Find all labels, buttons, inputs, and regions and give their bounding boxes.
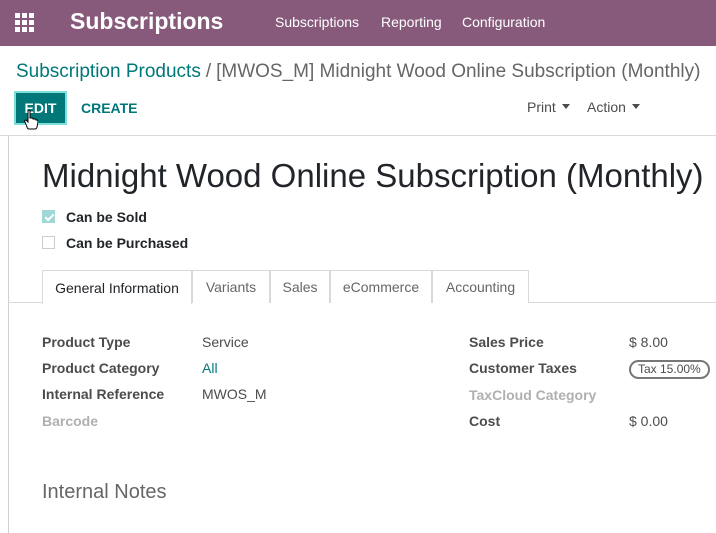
internal-reference-value: MWOS_M: [202, 386, 267, 402]
product-name: Midnight Wood Online Subscription (Month…: [42, 157, 704, 194]
app-name[interactable]: Subscriptions: [70, 8, 223, 35]
tab-variants[interactable]: Variants: [192, 270, 270, 303]
print-label: Print: [527, 99, 556, 115]
product-type-label: Product Type: [42, 334, 131, 350]
top-navbar: Subscriptions Subscriptions Reporting Co…: [0, 0, 716, 46]
breadcrumb: Subscription Products / [MWOS_M] Midnight …: [16, 61, 700, 83]
menu-configuration[interactable]: Configuration: [462, 14, 545, 30]
tab-accounting[interactable]: Accounting: [432, 270, 529, 303]
sales-price-label: Sales Price: [469, 334, 544, 350]
can-be-purchased-label: Can be Purchased: [66, 235, 189, 251]
internal-notes-title: Internal Notes: [42, 481, 167, 503]
hand-cursor-icon: [24, 110, 38, 130]
breadcrumb-parent[interactable]: Subscription Products: [16, 61, 201, 82]
can-be-sold-checkbox[interactable]: [42, 210, 55, 223]
breadcrumb-current: [MWOS_M] Midnight Wood Online Subscripti…: [216, 61, 701, 82]
caret-down-icon: [561, 104, 570, 109]
edit-button[interactable]: EDIT: [14, 91, 67, 125]
tab-general-information[interactable]: General Information: [42, 270, 192, 304]
product-category-label: Product Category: [42, 360, 160, 376]
notebook-tabs: General Information Variants Sales eComm…: [8, 270, 716, 304]
can-be-sold-label: Can be Sold: [66, 209, 147, 225]
menu-reporting[interactable]: Reporting: [381, 14, 442, 30]
barcode-label: Barcode: [42, 413, 99, 429]
taxcloud-category-label: TaxCloud Category: [469, 387, 597, 403]
action-label: Action: [587, 99, 626, 115]
cost-label: Cost: [469, 413, 501, 429]
cost-value: $ 0.00: [629, 413, 668, 429]
tax-badge: Tax 15.00%: [629, 360, 710, 379]
print-dropdown[interactable]: Print: [527, 99, 570, 115]
can-be-purchased-checkbox[interactable]: [42, 236, 55, 249]
tab-sales[interactable]: Sales: [270, 270, 330, 303]
sales-price-value: $ 8.00: [629, 334, 668, 350]
caret-down-icon: [631, 104, 640, 109]
menu-subscriptions[interactable]: Subscriptions: [275, 14, 359, 30]
apps-grid-icon[interactable]: [15, 13, 34, 32]
customer-taxes-label: Customer Taxes: [469, 360, 577, 376]
product-category-link[interactable]: All: [202, 360, 218, 376]
internal-reference-label: Internal Reference: [42, 386, 165, 402]
breadcrumb-separator: /: [205, 61, 212, 82]
control-panel: Subscription Products / [MWOS_M] Midnight …: [0, 46, 716, 136]
action-dropdown[interactable]: Action: [587, 99, 640, 115]
tab-ecommerce[interactable]: eCommerce: [330, 270, 432, 303]
product-type-value: Service: [202, 334, 249, 350]
create-button[interactable]: CREATE: [81, 100, 138, 116]
